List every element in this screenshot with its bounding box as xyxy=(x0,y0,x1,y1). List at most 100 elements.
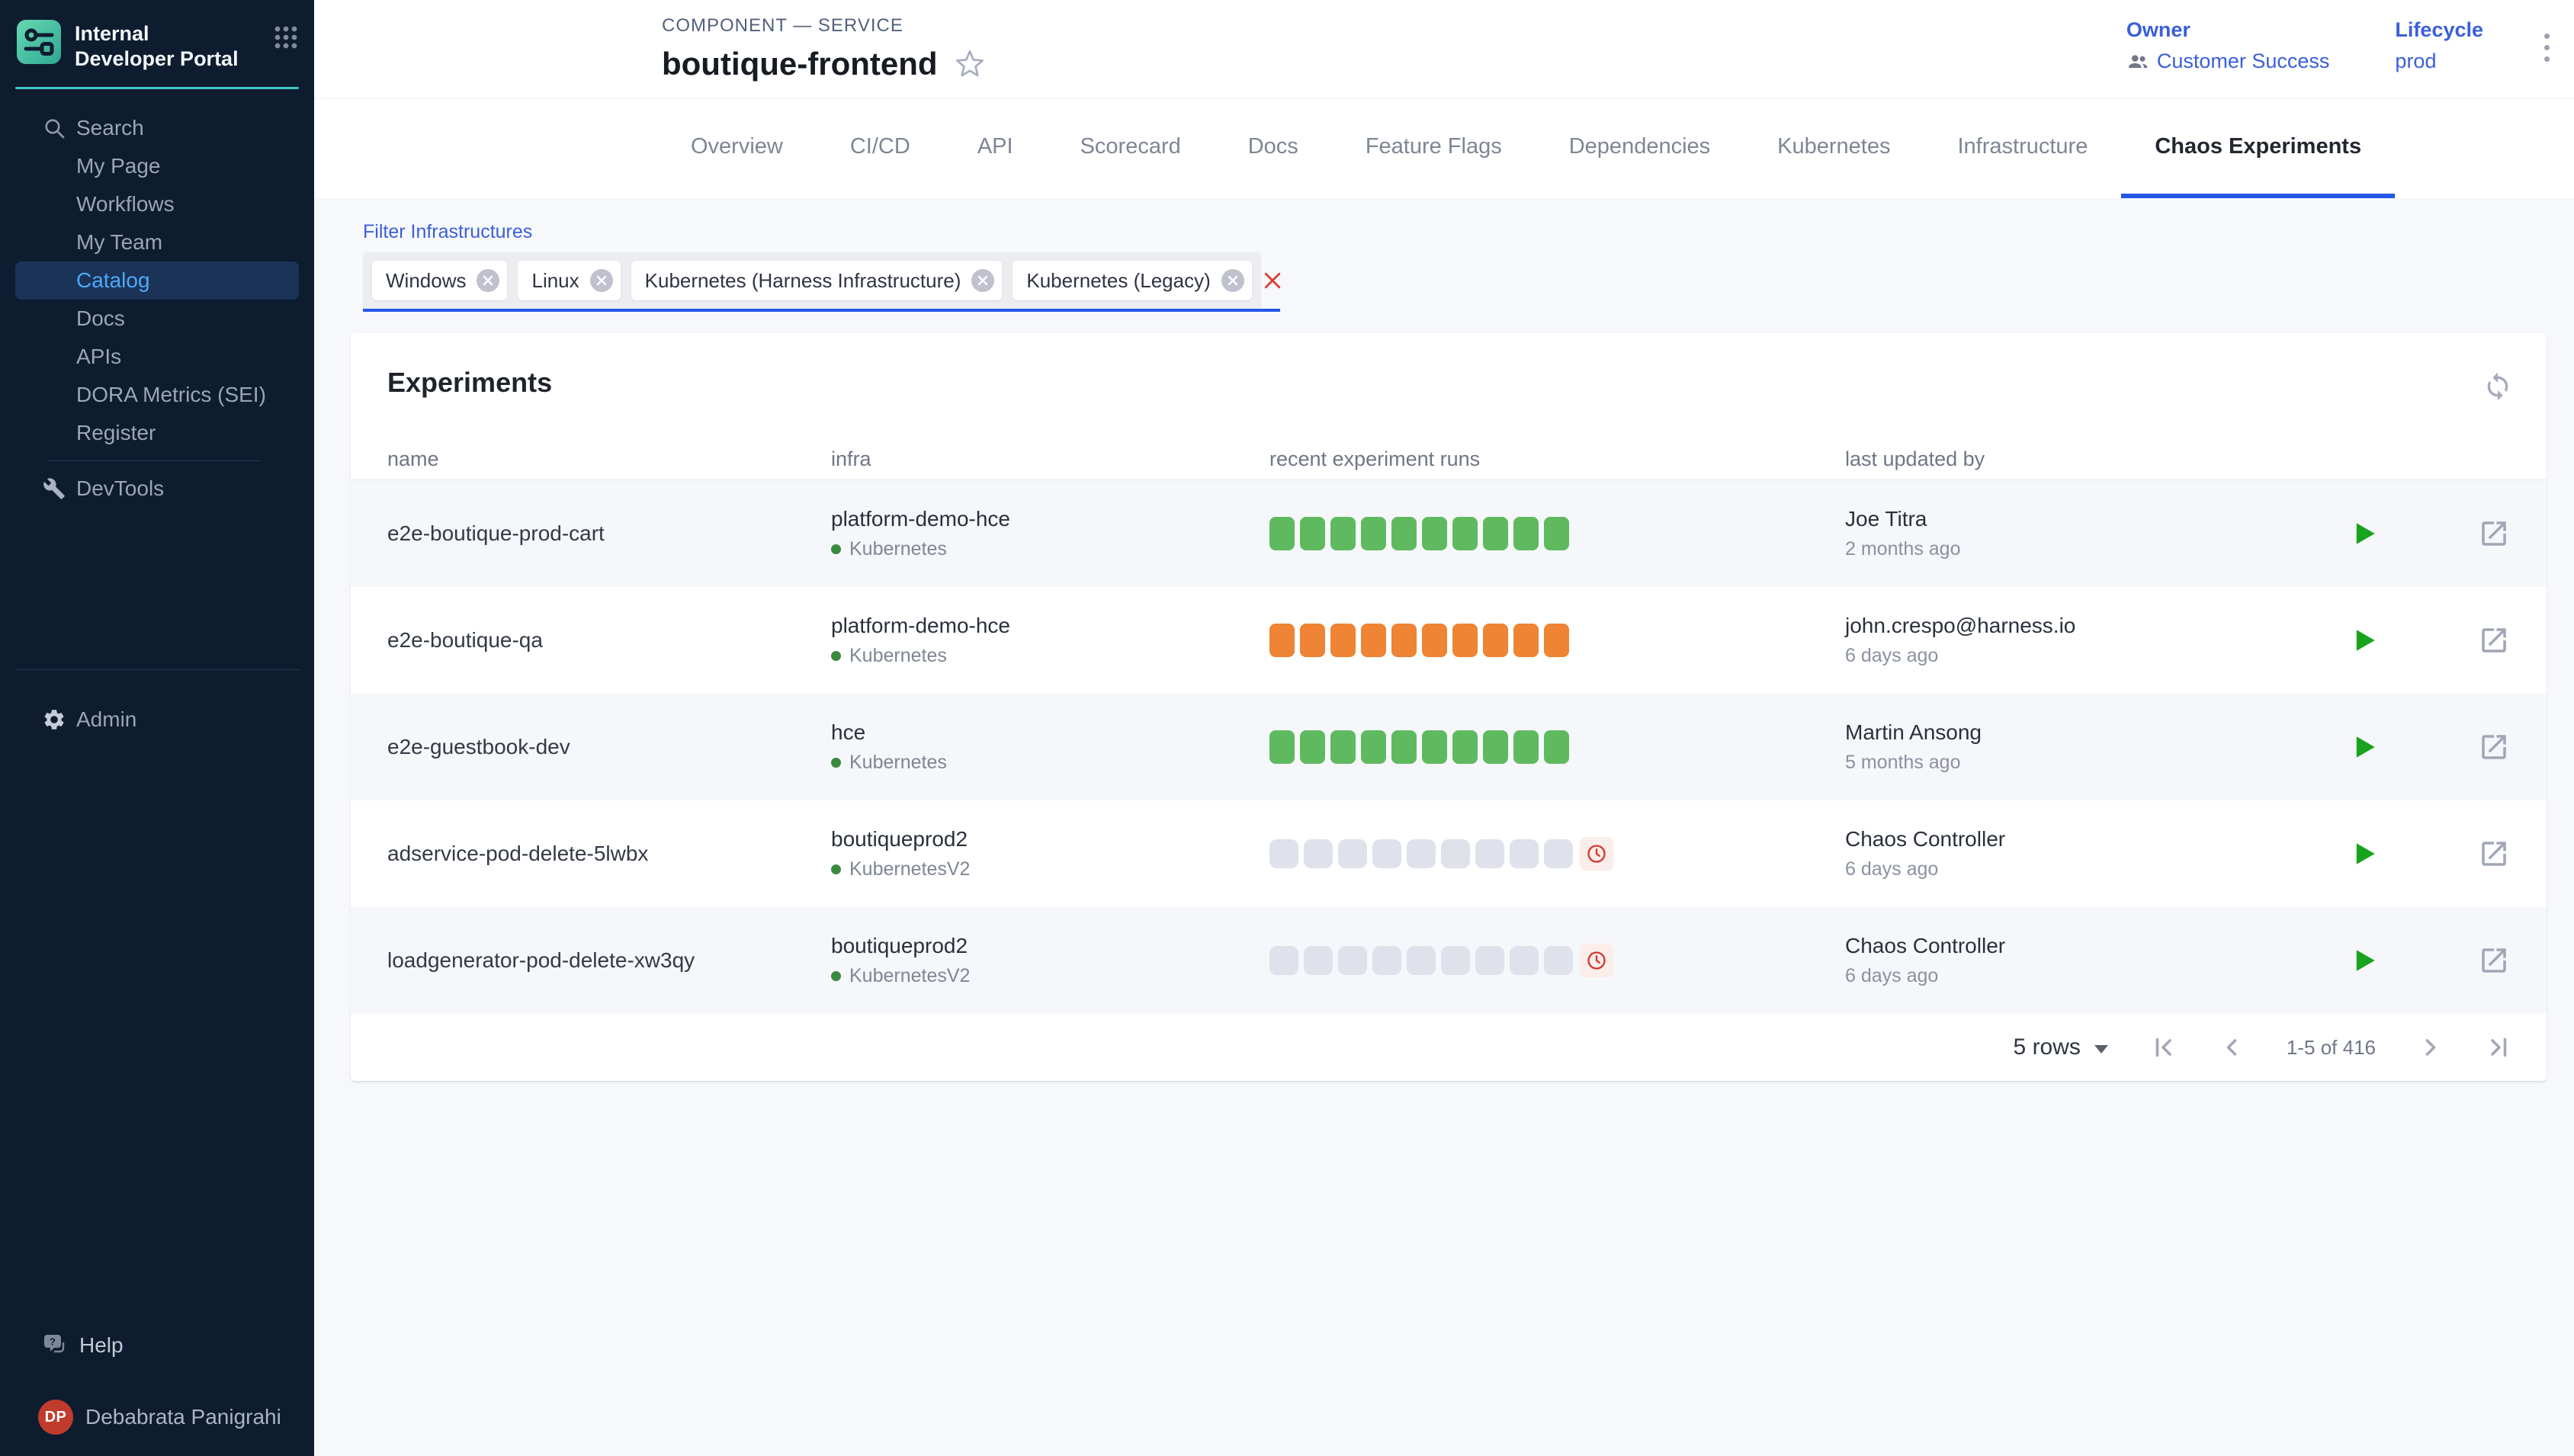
refresh-icon[interactable] xyxy=(2483,371,2513,406)
search-icon xyxy=(41,115,67,141)
chip-remove-icon[interactable] xyxy=(1221,269,1244,292)
lifecycle-label: Lifecycle xyxy=(2395,18,2483,42)
run-indicator-success xyxy=(1452,517,1478,550)
tab-feature-flags[interactable]: Feature Flags xyxy=(1332,99,1536,198)
sidebar-item-label: Catalog xyxy=(76,268,150,293)
tab-cicd[interactable]: CI/CD xyxy=(817,99,944,198)
tab-dependencies[interactable]: Dependencies xyxy=(1536,99,1744,198)
run-indicator-empty xyxy=(1269,839,1298,868)
sidebar-item-my-team[interactable]: My Team xyxy=(15,223,299,261)
run-indicator-failed xyxy=(1452,624,1478,657)
help-label: Help xyxy=(79,1333,124,1358)
rows-per-page-select[interactable]: 5 rows xyxy=(2014,1034,2108,1060)
first-page-icon[interactable] xyxy=(2149,1034,2177,1061)
run-indicator-empty xyxy=(1407,839,1436,868)
lifecycle-block: Lifecycle prod xyxy=(2395,18,2483,73)
sidebar-item-admin[interactable]: Admin xyxy=(15,701,299,739)
sidebar-item-my-page[interactable]: My Page xyxy=(15,147,299,185)
sidebar-item-help[interactable]: ? Help xyxy=(15,1326,299,1365)
sidebar-item-catalog[interactable]: Catalog xyxy=(15,261,299,300)
sidebar-item-devtools[interactable]: DevTools xyxy=(15,470,299,508)
sidebar-item-workflows[interactable]: Workflows xyxy=(15,185,299,223)
run-experiment-play-button[interactable] xyxy=(2347,944,2380,977)
run-experiment-play-button[interactable] xyxy=(2347,730,2380,764)
tab-kubernetes[interactable]: Kubernetes xyxy=(1744,99,1924,198)
run-experiment-play-button[interactable] xyxy=(2347,624,2380,657)
filter-chip-field[interactable]: Windows Linux Kubernetes (Harness Infras… xyxy=(363,252,1280,312)
sidebar-item-apis[interactable]: APIs xyxy=(15,338,299,376)
user-profile[interactable]: DP Debabrata Panigrahi xyxy=(38,1400,314,1435)
sidebar-nav: Search My Page Workflows My Team Catalog… xyxy=(0,109,314,739)
favorite-star-icon[interactable] xyxy=(955,49,985,79)
updated-ago: 5 months ago xyxy=(1845,752,2333,774)
run-indicator-success xyxy=(1300,517,1325,550)
next-page-icon[interactable] xyxy=(2417,1034,2444,1061)
more-options-kebab-icon[interactable] xyxy=(2537,30,2557,65)
column-header-name: name xyxy=(387,447,831,471)
updated-by: Chaos Controller xyxy=(1845,934,2333,958)
filter-chip-kubernetes-legacy[interactable]: Kubernetes (Legacy) xyxy=(1013,261,1251,300)
infra-type: Kubernetes xyxy=(849,752,947,774)
run-indicator-success xyxy=(1422,517,1447,550)
chip-remove-icon[interactable] xyxy=(590,269,613,292)
tab-docs[interactable]: Docs xyxy=(1215,99,1332,198)
pagination-range: 1-5 of 416 xyxy=(2287,1036,2376,1060)
run-indicator-empty xyxy=(1510,839,1539,868)
owner-value[interactable]: Customer Success xyxy=(2126,50,2330,73)
sidebar-item-label: DORA Metrics (SEI) xyxy=(76,383,266,407)
chip-remove-icon[interactable] xyxy=(971,269,994,292)
filter-chip-kubernetes-harness[interactable]: Kubernetes (Harness Infrastructure) xyxy=(631,261,1003,300)
sidebar: Internal Developer Portal Search My Page… xyxy=(0,0,314,1456)
run-indicator-success xyxy=(1361,517,1386,550)
status-dot xyxy=(831,544,841,554)
recent-runs xyxy=(1269,624,1845,657)
open-in-new-icon[interactable] xyxy=(2478,838,2510,870)
tab-infrastructure[interactable]: Infrastructure xyxy=(1924,99,2121,198)
sidebar-spacer xyxy=(0,508,314,669)
open-in-new-icon[interactable] xyxy=(2478,624,2510,656)
run-experiment-play-button[interactable] xyxy=(2347,837,2380,871)
sidebar-item-dora-metrics[interactable]: DORA Metrics (SEI) xyxy=(15,376,299,414)
sidebar-bottom: ? Help DP Debabrata Panigrahi xyxy=(0,1326,314,1456)
open-in-new-icon[interactable] xyxy=(2478,731,2510,763)
sidebar-item-register[interactable]: Register xyxy=(15,414,299,452)
run-indicator-success xyxy=(1391,730,1417,764)
run-experiment-play-button[interactable] xyxy=(2347,517,2380,550)
sidebar-item-label: DevTools xyxy=(76,476,164,501)
tab-overview[interactable]: Overview xyxy=(657,99,817,198)
tab-chaos-experiments[interactable]: Chaos Experiments xyxy=(2121,99,2395,198)
recent-runs xyxy=(1269,730,1845,764)
sidebar-logo-row: Internal Developer Portal xyxy=(0,0,314,87)
sidebar-divider xyxy=(47,460,261,461)
run-indicator-empty xyxy=(1441,839,1470,868)
chip-remove-icon[interactable] xyxy=(477,269,499,292)
scheduled-clock-icon xyxy=(1580,944,1613,977)
experiment-name: e2e-boutique-prod-cart xyxy=(387,521,831,546)
filter-chip-windows[interactable]: Windows xyxy=(372,261,507,300)
previous-page-icon[interactable] xyxy=(2218,1034,2245,1061)
apps-grid-icon[interactable] xyxy=(273,24,299,50)
chip-label: Kubernetes (Harness Infrastructure) xyxy=(645,269,961,293)
owner-label: Owner xyxy=(2126,18,2330,42)
sidebar-item-search[interactable]: Search xyxy=(15,109,299,147)
last-page-icon[interactable] xyxy=(2486,1034,2513,1061)
filter-chip-linux[interactable]: Linux xyxy=(518,261,620,300)
run-indicator-empty xyxy=(1407,946,1436,975)
column-header-recent-runs: recent experiment runs xyxy=(1269,447,1845,471)
sidebar-item-docs[interactable]: Docs xyxy=(15,300,299,338)
infra-name: platform-demo-hce xyxy=(831,507,1269,531)
sidebar-item-label: Register xyxy=(76,421,156,445)
open-in-new-icon[interactable] xyxy=(2478,944,2510,977)
updated-by: Joe Titra xyxy=(1845,507,2333,531)
tab-scorecard[interactable]: Scorecard xyxy=(1047,99,1215,198)
status-dot xyxy=(831,758,841,768)
run-indicator-success xyxy=(1361,730,1386,764)
clear-filters-icon[interactable] xyxy=(1261,252,1284,309)
tab-content: Filter Infrastructures Windows Linux Kub… xyxy=(314,198,2574,1456)
open-in-new-icon[interactable] xyxy=(2478,518,2510,550)
run-indicator-failed xyxy=(1513,624,1539,657)
run-indicator-success xyxy=(1300,730,1325,764)
sidebar-item-label: My Team xyxy=(76,230,162,255)
tab-api[interactable]: API xyxy=(944,99,1047,198)
run-indicator-success xyxy=(1391,517,1417,550)
